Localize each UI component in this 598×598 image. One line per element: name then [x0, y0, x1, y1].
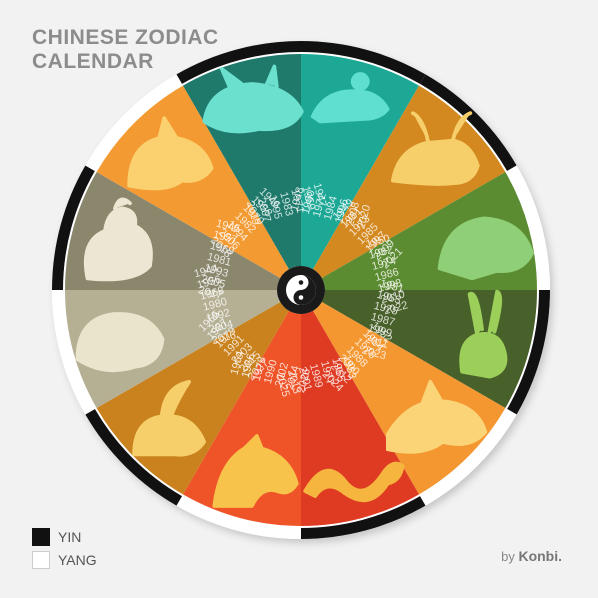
- yang-swatch: [32, 551, 50, 569]
- legend-yin: YIN: [32, 528, 81, 546]
- yin-label: YIN: [58, 529, 82, 545]
- center-yin-yang-icon: [277, 266, 325, 314]
- monkey-icon: [75, 312, 165, 373]
- zodiac-wheel: 1948196019721984199620082020194919611973…: [52, 41, 550, 539]
- yin-swatch: [32, 528, 50, 546]
- credit-brand-logo: Konbi.: [518, 548, 562, 564]
- legend-yang: YANG: [32, 551, 97, 569]
- yang-label: YANG: [58, 552, 97, 568]
- credit-by: by: [501, 549, 515, 564]
- credit: by Konbi.: [501, 548, 562, 564]
